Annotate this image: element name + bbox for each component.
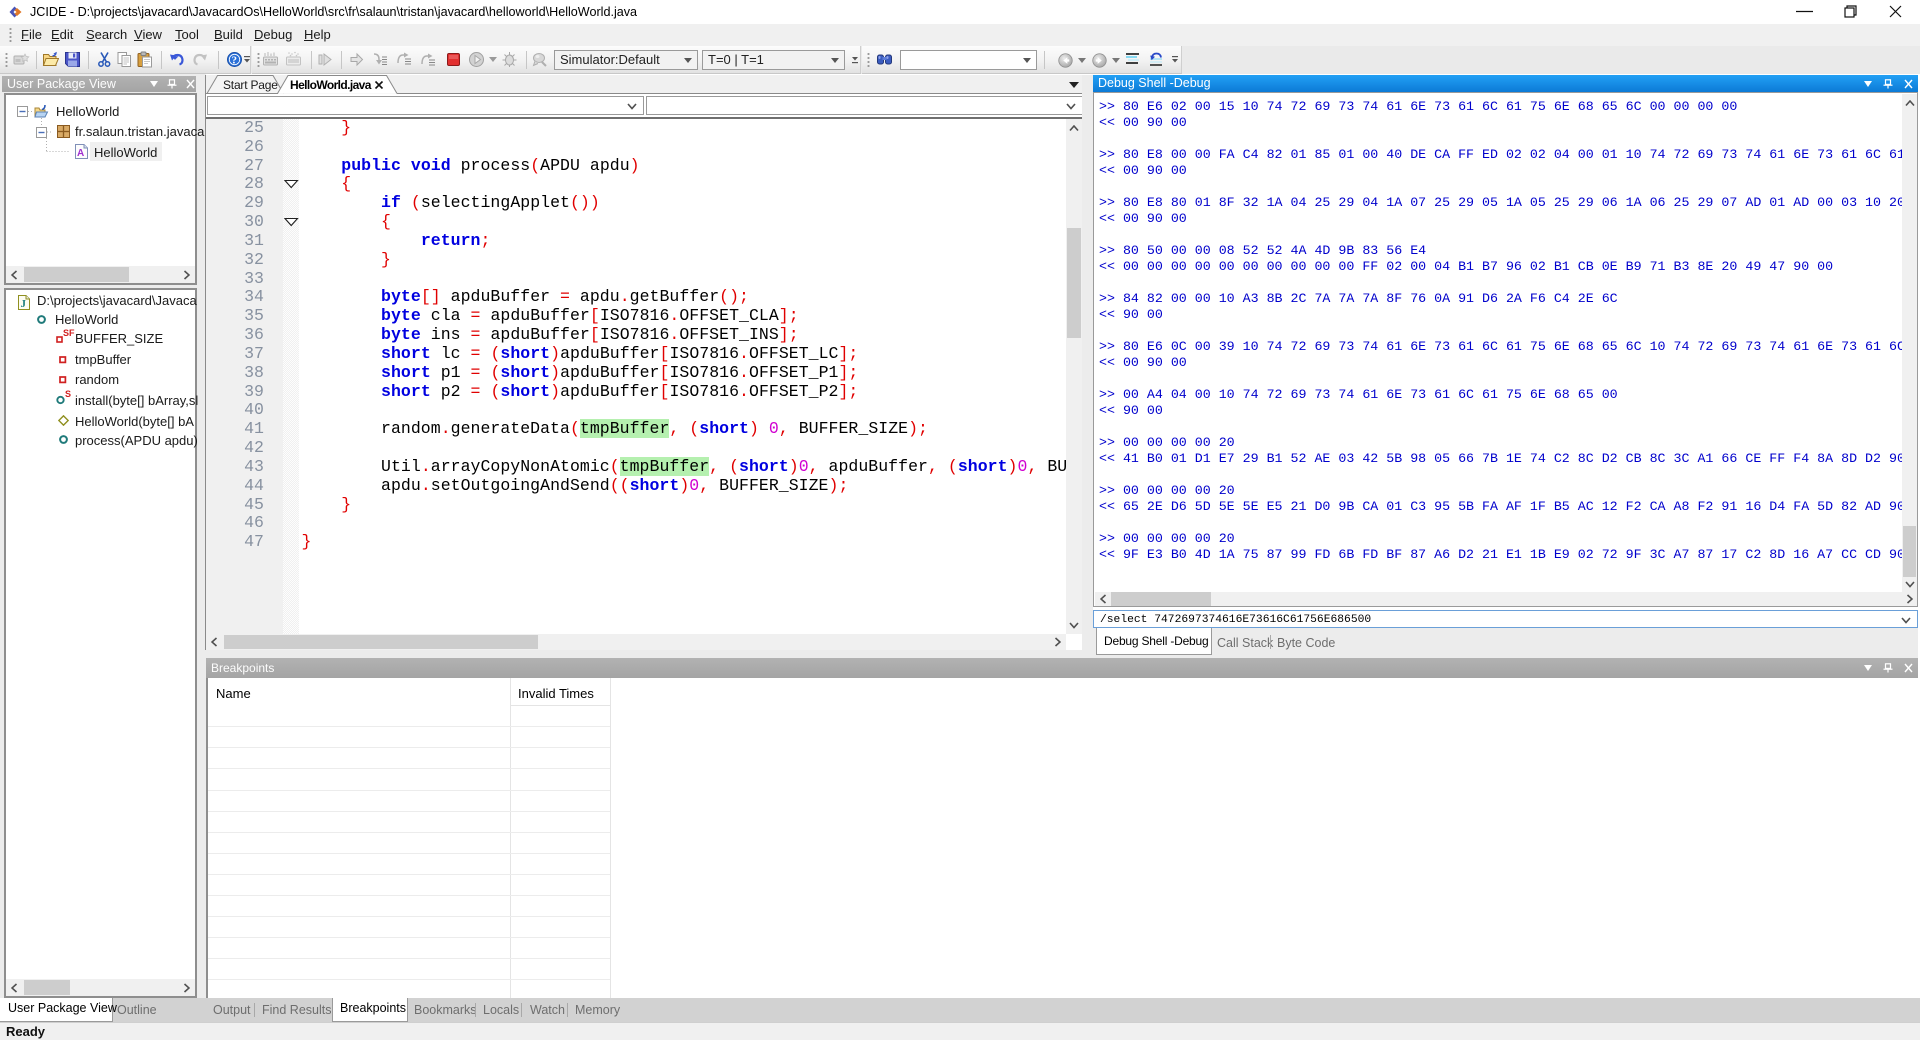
- svg-text:?: ?: [232, 55, 238, 67]
- svg-text:SF: SF: [63, 328, 75, 338]
- svg-text:J: J: [20, 298, 26, 310]
- svg-text:S: S: [65, 389, 71, 399]
